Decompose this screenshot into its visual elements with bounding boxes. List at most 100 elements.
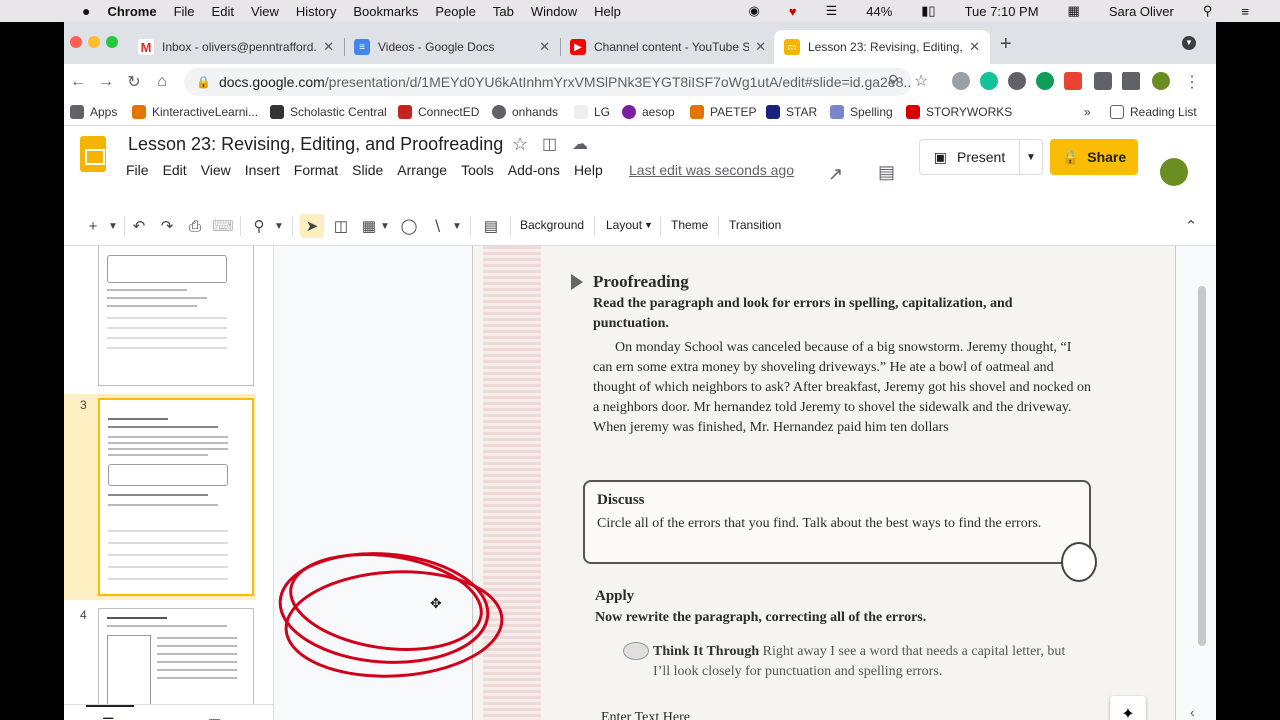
new-tab-button[interactable]: + xyxy=(1000,33,1012,56)
close-tab-icon[interactable]: ✕ xyxy=(323,39,334,55)
share-button[interactable]: 🔒 Share xyxy=(1050,139,1138,175)
bookmark-star-icon[interactable]: ☆ xyxy=(914,71,928,91)
extension-green-icon[interactable] xyxy=(1036,72,1054,90)
bookmark-apps[interactable]: Apps xyxy=(70,105,117,119)
reading-list[interactable]: Reading List xyxy=(1110,105,1197,119)
print-icon[interactable]: ⎙ xyxy=(184,214,206,238)
profile-avatar[interactable] xyxy=(1152,72,1170,90)
close-tab-icon[interactable]: ✕ xyxy=(539,39,550,55)
battery-percent[interactable]: 44% xyxy=(866,4,892,19)
calendar-icon[interactable]: ▦ xyxy=(1068,3,1080,19)
bookmark-kinteractive[interactable]: KinteractiveLearni... xyxy=(132,105,258,119)
battery-icon[interactable]: ▮▯ xyxy=(921,3,935,19)
mac-menu-people[interactable]: People xyxy=(435,4,475,19)
image-dropdown-icon[interactable]: ▼ xyxy=(378,214,392,238)
menu-slide[interactable]: Slide xyxy=(352,162,383,178)
menu-view[interactable]: View xyxy=(201,162,231,178)
activity-trend-icon[interactable]: ↗ xyxy=(828,164,843,185)
new-slide-dropdown-icon[interactable]: ▼ xyxy=(106,214,120,238)
theme-button[interactable]: Theme xyxy=(671,218,708,232)
layout-button[interactable]: Layout xyxy=(606,218,642,232)
present-dropdown-icon[interactable]: ▼ xyxy=(1020,152,1042,163)
text-box-icon[interactable]: ◫ xyxy=(330,214,352,238)
tab-docs[interactable]: ≡ Videos - Google Docs ✕ xyxy=(344,30,560,64)
menu-insert[interactable]: Insert xyxy=(245,162,280,178)
playlist-icon[interactable] xyxy=(1122,72,1140,90)
close-tab-icon[interactable]: ✕ xyxy=(969,39,980,55)
explore-sparkle-icon[interactable]: ✦ xyxy=(1110,696,1146,720)
zoom-icon[interactable]: ⚲ xyxy=(248,214,270,238)
more-menu-icon[interactable]: ⋮ xyxy=(1184,72,1200,92)
menu-file[interactable]: File xyxy=(126,162,149,178)
spotlight-search-icon[interactable]: ⚲ xyxy=(1203,3,1213,19)
side-panel-toggle-icon[interactable]: ‹ xyxy=(1190,704,1195,720)
enter-text-placeholder[interactable]: Enter Text Here xyxy=(601,710,690,720)
zoom-window-button[interactable] xyxy=(106,36,118,48)
screen-record-icon[interactable] xyxy=(1064,72,1082,90)
new-slide-plus-icon[interactable]: + xyxy=(82,214,104,238)
puzzle-icon[interactable] xyxy=(1094,72,1112,90)
menu-help[interactable]: Help xyxy=(574,162,603,178)
present-button[interactable]: ▣ Present ▼ xyxy=(919,139,1043,175)
list-view-icon[interactable]: ☰ xyxy=(102,715,115,720)
zoom-dropdown-icon[interactable]: ▼ xyxy=(272,214,286,238)
mac-menu-window[interactable]: Window xyxy=(531,4,577,19)
star-icon[interactable]: ☆ xyxy=(512,134,528,155)
bookmark-connected[interactable]: ConnectED xyxy=(398,105,479,119)
user-name[interactable]: Sara Oliver xyxy=(1109,4,1174,19)
mac-menu-tab[interactable]: Tab xyxy=(493,4,514,19)
apple-icon[interactable]: ● xyxy=(82,3,90,19)
address-bar[interactable]: 🔒 docs.google.com /presentation/d/1MEYd0… xyxy=(184,68,912,96)
slide-3[interactable]: Proofreading Read the paragraph and look… xyxy=(472,246,1176,720)
minimize-window-button[interactable] xyxy=(88,36,100,48)
close-tab-icon[interactable]: ✕ xyxy=(755,39,766,55)
menu-format[interactable]: Format xyxy=(294,162,338,178)
shape-icon[interactable]: ◯ xyxy=(398,214,420,238)
bookmark-lg[interactable]: LG xyxy=(574,105,610,119)
close-window-button[interactable] xyxy=(70,36,82,48)
mac-menu-edit[interactable]: Edit xyxy=(212,4,234,19)
power-icon[interactable] xyxy=(1008,72,1026,90)
collapse-toolbar-icon[interactable]: ⌃ xyxy=(1182,214,1200,238)
paint-format-icon[interactable]: ⌨ xyxy=(212,214,234,238)
undo-icon[interactable]: ↶ xyxy=(128,214,150,238)
record-icon[interactable]: ◉ xyxy=(749,3,760,19)
slide-thumbnail-2[interactable] xyxy=(98,246,254,386)
bookmark-star[interactable]: STAR xyxy=(766,105,817,119)
document-title[interactable]: Lesson 23: Revising, Editing, and Proofr… xyxy=(128,134,503,155)
mac-menu-bookmarks[interactable]: Bookmarks xyxy=(353,4,418,19)
control-center-icon[interactable]: ≡ xyxy=(1241,4,1249,19)
image-icon[interactable]: ▦ xyxy=(358,214,380,238)
bookmark-scholastic[interactable]: Scholastic Central xyxy=(270,105,387,119)
bookmark-aesop[interactable]: aesop xyxy=(622,105,675,119)
bookmark-paetep[interactable]: PAETEP xyxy=(690,105,756,119)
move-folder-icon[interactable]: ◫ xyxy=(542,134,557,154)
zoom-search-icon[interactable]: ⚲ xyxy=(888,72,898,89)
menu-arrange[interactable]: Arrange xyxy=(397,162,447,178)
add-comment-icon[interactable]: ▤ xyxy=(480,214,502,238)
bookmark-onhands[interactable]: onhands xyxy=(492,105,558,119)
extension-shield-icon[interactable] xyxy=(952,72,970,90)
tab-search-icon[interactable]: ▼ xyxy=(1182,36,1196,50)
forward-icon[interactable]: → xyxy=(92,73,120,91)
line-dropdown-icon[interactable]: ▼ xyxy=(450,214,464,238)
tab-gmail[interactable]: M Inbox - olivers@penntrafford.o ✕ xyxy=(128,30,344,64)
redo-icon[interactable]: ↷ xyxy=(156,214,178,238)
bookmark-spelling[interactable]: Spelling xyxy=(830,105,893,119)
mac-menu-view[interactable]: View xyxy=(251,4,279,19)
account-avatar[interactable] xyxy=(1160,158,1188,186)
vertical-scrollbar[interactable] xyxy=(1198,286,1206,646)
comments-icon[interactable]: ▤ xyxy=(878,162,895,183)
transition-button[interactable]: Transition xyxy=(729,218,781,232)
slide-thumbnail-3[interactable] xyxy=(98,398,254,596)
slides-logo-icon[interactable] xyxy=(80,136,106,172)
reload-icon[interactable]: ↻ xyxy=(120,72,148,92)
more-bookmarks-icon[interactable]: » xyxy=(1084,105,1091,119)
tab-slides-active[interactable]: ▭ Lesson 23: Revising, Editing, a ✕ xyxy=(774,30,990,64)
select-cursor-icon[interactable]: ➤ xyxy=(300,214,324,238)
tab-youtube[interactable]: ▶ Channel content - YouTube Stu ✕ xyxy=(560,30,776,64)
bookmark-storyworks[interactable]: STORYWORKS xyxy=(906,105,1012,119)
last-edit-link[interactable]: Last edit was seconds ago xyxy=(629,162,794,178)
grammarly-icon[interactable] xyxy=(980,72,998,90)
mac-app-name[interactable]: Chrome xyxy=(107,4,156,19)
